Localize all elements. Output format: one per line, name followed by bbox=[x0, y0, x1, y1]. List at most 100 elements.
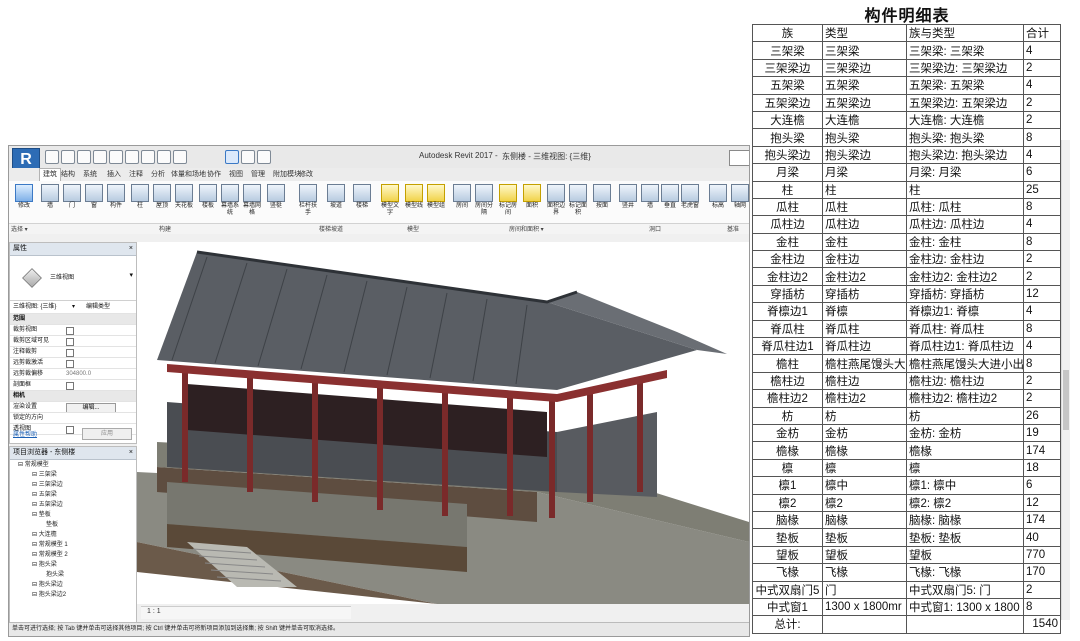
family-cell[interactable]: 檐柱边2 bbox=[752, 389, 823, 408]
browser-tree-item[interactable]: ⊟ 常规模型 2 bbox=[10, 550, 136, 560]
3d-view-icon[interactable] bbox=[173, 150, 187, 164]
ribbon-button-12[interactable]: 栏杆扶手 bbox=[299, 184, 317, 217]
tab-9[interactable]: 管理 bbox=[251, 169, 265, 179]
family-type-cell[interactable]: 金柱边2: 金柱边2 bbox=[906, 267, 1024, 286]
family-type-cell[interactable]: 抱头梁: 抱头梁 bbox=[906, 128, 1024, 147]
type-cell[interactable]: 抱头梁 bbox=[822, 128, 907, 147]
family-cell[interactable]: 抱头梁 bbox=[752, 128, 823, 147]
ribbon-button-0[interactable]: 修改 bbox=[15, 184, 33, 210]
property-checkbox[interactable] bbox=[66, 349, 74, 357]
family-cell[interactable]: 檐椽 bbox=[752, 441, 823, 460]
column-header-family[interactable]: 族 bbox=[752, 23, 823, 43]
type-cell[interactable]: 檩中 bbox=[822, 476, 907, 495]
table-row[interactable]: 脑椽 脑椽 脑椽: 脑椽 174 bbox=[752, 510, 1061, 530]
type-cell[interactable]: 檐柱边2 bbox=[822, 389, 907, 408]
family-type-cell[interactable]: 脑椽: 脑椽 bbox=[906, 510, 1024, 530]
tab-4[interactable]: 注释 bbox=[129, 169, 143, 179]
text-icon[interactable] bbox=[157, 150, 171, 164]
family-type-cell[interactable]: 檐椽 bbox=[906, 441, 1024, 460]
count-cell[interactable]: 8 bbox=[1023, 319, 1061, 339]
ribbon-button-25[interactable]: 竖井 bbox=[619, 184, 637, 210]
family-type-cell[interactable]: 脊瓜柱边1: 脊瓜柱边 bbox=[906, 337, 1024, 356]
family-type-cell[interactable]: 柱 bbox=[906, 180, 1024, 199]
apply-button[interactable]: 应用 bbox=[82, 428, 132, 440]
family-cell[interactable]: 檩1 bbox=[752, 476, 823, 495]
family-type-cell[interactable]: 穿插枋: 穿插枋 bbox=[906, 284, 1024, 304]
table-row[interactable]: 脊檩边1 脊檩 脊檩边1: 脊檩 4 bbox=[752, 302, 1061, 321]
family-cell[interactable]: 大连檐 bbox=[752, 110, 823, 130]
ribbon-button-4[interactable]: 构件 bbox=[107, 184, 125, 210]
type-cell[interactable]: 门 bbox=[822, 580, 907, 599]
count-cell[interactable]: 6 bbox=[1023, 163, 1061, 182]
type-selector[interactable]: 三维视图 ▾ bbox=[10, 256, 136, 301]
ribbon-button-26[interactable]: 墙 bbox=[641, 184, 659, 210]
column-header-family-and-type[interactable]: 族与类型 bbox=[906, 23, 1024, 43]
tab-2[interactable]: 系统 bbox=[83, 169, 97, 179]
family-cell[interactable]: 脊瓜柱 bbox=[752, 319, 823, 339]
family-cell[interactable]: 瓜柱边 bbox=[752, 215, 823, 234]
ribbon-button-24[interactable]: 按面 bbox=[593, 184, 611, 210]
ribbon-button-28[interactable]: 老虎窗 bbox=[681, 184, 699, 210]
family-cell[interactable]: 金柱边 bbox=[752, 250, 823, 269]
family-cell[interactable]: 中式窗1 bbox=[752, 597, 823, 617]
ribbon-button-10[interactable]: 幕墙网格 bbox=[243, 184, 261, 217]
ribbon-button-7[interactable]: 天花板 bbox=[175, 184, 193, 210]
type-cell[interactable]: 金柱边 bbox=[822, 250, 907, 269]
ribbon-button-5[interactable]: 柱 bbox=[131, 184, 149, 210]
browser-tree-item[interactable]: ⊟ 三架梁 bbox=[10, 470, 136, 480]
tab-5[interactable]: 分析 bbox=[151, 169, 165, 179]
edit-type-button[interactable]: 编辑类型 bbox=[86, 301, 110, 313]
type-cell[interactable]: 穿插枋 bbox=[822, 284, 907, 304]
property-row[interactable]: 相机 bbox=[10, 391, 136, 402]
table-row[interactable]: 脊瓜柱 脊瓜柱 脊瓜柱: 脊瓜柱 8 bbox=[752, 319, 1061, 339]
type-cell[interactable]: 金枋 bbox=[822, 423, 907, 443]
table-row[interactable]: 五架梁 五架梁 五架梁: 五架梁 4 bbox=[752, 76, 1061, 95]
table-row[interactable]: 中式窗1 1300 x 1800mr 中式窗1: 1300 x 1800 8 bbox=[752, 597, 1061, 617]
table-row[interactable]: 檩1 檩中 檩1: 檩中 6 bbox=[752, 476, 1061, 495]
ribbon-group-label[interactable]: 模型 bbox=[407, 224, 419, 233]
count-cell[interactable]: 4 bbox=[1023, 215, 1061, 234]
count-cell[interactable]: 25 bbox=[1023, 180, 1061, 199]
browser-tree-item[interactable]: ⊟ 常规模型 1 bbox=[10, 540, 136, 550]
count-cell[interactable]: 8 bbox=[1023, 232, 1061, 252]
ribbon-button-11[interactable]: 竖梃 bbox=[267, 184, 285, 210]
ribbon-button-22[interactable]: 面积边界 bbox=[547, 184, 565, 217]
family-type-cell[interactable]: 瓜柱边: 瓜柱边 bbox=[906, 215, 1024, 234]
count-cell[interactable]: 8 bbox=[1023, 128, 1061, 147]
ribbon-button-23[interactable]: 标记面积 bbox=[569, 184, 587, 217]
tab-10[interactable]: 附加模块 bbox=[273, 169, 301, 179]
family-type-cell[interactable]: 中式窗1: 1300 x 1800 bbox=[906, 597, 1024, 617]
type-cell[interactable]: 脊瓜柱 bbox=[822, 319, 907, 339]
count-cell[interactable]: 770 bbox=[1023, 545, 1061, 565]
family-cell[interactable]: 金柱边2 bbox=[752, 267, 823, 286]
family-cell[interactable]: 脊檩边1 bbox=[752, 302, 823, 321]
close-hidden-icon[interactable] bbox=[241, 150, 255, 164]
count-cell[interactable]: 12 bbox=[1023, 493, 1061, 512]
count-cell[interactable]: 26 bbox=[1023, 406, 1061, 425]
browser-tree-item[interactable]: 抱头梁 bbox=[10, 570, 136, 580]
property-row[interactable]: 远剪裁激活 bbox=[10, 358, 136, 369]
ribbon-button-30[interactable]: 轴网 bbox=[731, 184, 749, 210]
table-row[interactable]: 穿插枋 穿插枋 穿插枋: 穿插枋 12 bbox=[752, 284, 1061, 304]
count-cell[interactable]: 2 bbox=[1023, 250, 1061, 269]
table-row[interactable]: 檩2 檩2 檩2: 檩2 12 bbox=[752, 493, 1061, 512]
type-cell[interactable]: 五架梁边 bbox=[822, 93, 907, 112]
table-row[interactable]: 金柱 金柱 金柱: 金柱 8 bbox=[752, 232, 1061, 252]
family-cell[interactable]: 金枋 bbox=[752, 423, 823, 443]
type-cell[interactable]: 檩2 bbox=[822, 493, 907, 512]
family-cell[interactable]: 瓜柱 bbox=[752, 197, 823, 217]
count-cell[interactable]: 174 bbox=[1023, 510, 1061, 530]
property-row[interactable]: 裁剪视图 bbox=[10, 325, 136, 336]
table-row[interactable]: 飞椽 飞椽 飞椽: 飞椽 170 bbox=[752, 563, 1061, 582]
table-row[interactable]: 檐柱边2 檐柱边2 檐柱边2: 檐柱边2 2 bbox=[752, 389, 1061, 408]
type-cell[interactable]: 金柱 bbox=[822, 232, 907, 252]
count-cell[interactable]: 4 bbox=[1023, 337, 1061, 356]
table-row[interactable]: 脊瓜柱边1 脊瓜柱边 脊瓜柱边1: 脊瓜柱边 4 bbox=[752, 337, 1061, 356]
browser-tree-item[interactable]: ⊟ 常规模型 bbox=[10, 460, 136, 470]
count-cell[interactable]: 2 bbox=[1023, 110, 1061, 130]
ribbon-group-label[interactable]: 洞口 bbox=[649, 224, 661, 233]
table-row[interactable]: 檐椽 檐椽 檐椽 174 bbox=[752, 441, 1061, 460]
ribbon-button-18[interactable]: 房间 bbox=[453, 184, 471, 210]
ribbon-button-2[interactable]: 门 bbox=[63, 184, 81, 210]
table-row[interactable]: 抱头梁边 抱头梁边 抱头梁边: 抱头梁边 4 bbox=[752, 145, 1061, 165]
